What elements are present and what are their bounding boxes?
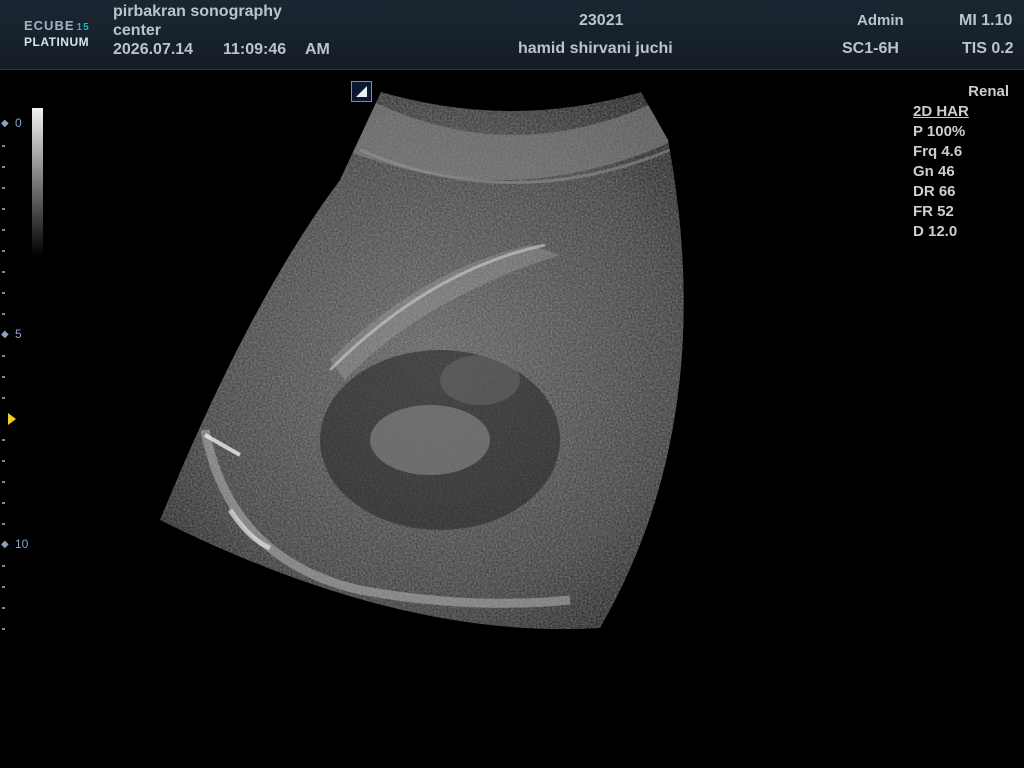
probe-orientation-icon bbox=[351, 81, 372, 102]
imaging-parameters-panel: Renal 2D HAR P 100% Frq 4.6 Gn 46 DR 66 … bbox=[913, 82, 1013, 242]
depth-tick bbox=[2, 250, 5, 252]
depth-tick bbox=[2, 460, 5, 462]
depth-tick bbox=[2, 376, 5, 378]
depth-value: D 12.0 bbox=[913, 223, 958, 240]
depth-tick bbox=[2, 145, 5, 147]
depth-tick bbox=[2, 229, 5, 231]
gain-value: Gn 46 bbox=[913, 163, 955, 180]
depth-tick bbox=[2, 523, 5, 525]
frame-rate-value: FR 52 bbox=[913, 203, 954, 220]
depth-tick bbox=[2, 313, 5, 315]
depth-tick bbox=[2, 187, 5, 189]
depth-marker-icon: ◆ bbox=[1, 118, 9, 129]
focus-marker-icon[interactable] bbox=[8, 413, 16, 425]
depth-tick bbox=[2, 397, 5, 399]
depth-label-5: 5 bbox=[15, 327, 22, 341]
depth-tick bbox=[2, 586, 5, 588]
depth-tick bbox=[2, 292, 5, 294]
depth-marker-icon: ◆ bbox=[1, 329, 9, 340]
dynamic-range-value: DR 66 bbox=[913, 183, 956, 200]
depth-tick bbox=[2, 565, 5, 567]
depth-label-0: 0 bbox=[15, 116, 22, 130]
depth-tick bbox=[2, 355, 5, 357]
depth-tick bbox=[2, 481, 5, 483]
depth-label-10: 10 bbox=[15, 537, 29, 551]
depth-tick bbox=[2, 628, 5, 630]
depth-scale: ◆ 0 ◆ 5 ◆ 10 bbox=[0, 110, 40, 640]
depth-tick bbox=[2, 208, 5, 210]
exam-preset: Renal bbox=[968, 83, 1009, 100]
depth-tick bbox=[2, 271, 5, 273]
ultrasound-image bbox=[160, 92, 684, 630]
power-value: P 100% bbox=[913, 123, 966, 140]
depth-tick bbox=[2, 502, 5, 504]
frequency-value: Frq 4.6 bbox=[913, 143, 963, 160]
depth-tick bbox=[2, 439, 5, 441]
imaging-mode: 2D HAR bbox=[913, 103, 969, 120]
depth-tick bbox=[2, 607, 5, 609]
depth-marker-icon: ◆ bbox=[1, 539, 9, 550]
depth-tick bbox=[2, 166, 5, 168]
